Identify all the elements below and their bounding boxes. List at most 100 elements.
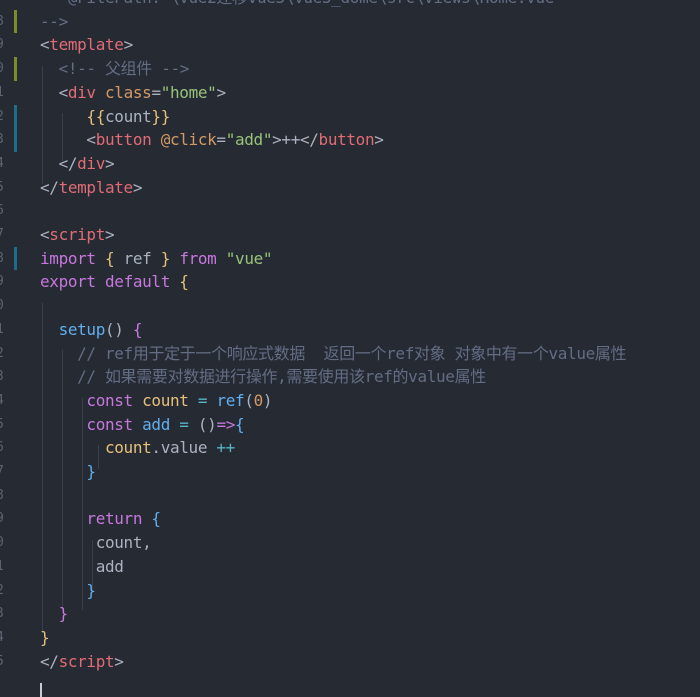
code-token: add bbox=[40, 556, 124, 576]
code-line[interactable]: 7 } bbox=[0, 460, 700, 484]
code-text: </template> bbox=[40, 176, 143, 200]
code-line[interactable]: 6 count.value ++ bbox=[0, 436, 700, 460]
code-line[interactable]: 7 <script> bbox=[0, 223, 700, 247]
code-line[interactable]: 5 const add = ()=>{ bbox=[0, 413, 700, 437]
line-number: 0 bbox=[0, 294, 14, 318]
code-line[interactable]: 1 setup() { bbox=[0, 318, 700, 342]
code-token: ++ bbox=[216, 438, 235, 458]
code-line[interactable]: 8 bbox=[0, 484, 700, 508]
code-line[interactable]: 1 add bbox=[0, 555, 700, 579]
line-number: 6 bbox=[0, 199, 14, 223]
code-line[interactable]: 0 count, bbox=[0, 531, 700, 555]
code-line[interactable]: 8 import { ref } from "vue" bbox=[0, 246, 700, 271]
code-token: > bbox=[105, 153, 115, 173]
line-number: 8 bbox=[0, 484, 14, 508]
code-text: } bbox=[40, 626, 50, 650]
code-line[interactable]: 5 </script> bbox=[0, 650, 700, 674]
code-token: script bbox=[58, 651, 115, 671]
code-token: --> bbox=[40, 11, 68, 31]
line-number: 6 bbox=[0, 436, 14, 460]
code-text: </script> bbox=[40, 650, 124, 674]
code-token: template bbox=[49, 35, 124, 55]
code-token: > bbox=[216, 82, 226, 102]
code-token: export bbox=[40, 272, 96, 292]
code-text: </div> bbox=[40, 152, 115, 176]
code-token: // 如果需要对数据进行操作,需要使用该ref的value属性 bbox=[40, 367, 486, 387]
code-token: "home" bbox=[160, 82, 217, 102]
code-token: = bbox=[151, 82, 161, 102]
code-token: @click bbox=[160, 130, 217, 150]
code-line[interactable]: 4} bbox=[0, 626, 700, 650]
code-token: { bbox=[179, 272, 189, 292]
code-token: } bbox=[86, 462, 96, 481]
code-text: <button @click="add">++</button> bbox=[40, 128, 384, 152]
code-line[interactable]: 1 <div class="home"> bbox=[0, 81, 700, 105]
line-number: 1 bbox=[0, 318, 14, 342]
code-line[interactable]: 4 const count = ref(0) bbox=[0, 389, 700, 413]
code-line[interactable]: 4 </div> bbox=[0, 152, 700, 176]
code-token: () bbox=[105, 319, 133, 339]
line-number: 2 bbox=[0, 342, 14, 366]
code-text: count, bbox=[40, 531, 152, 555]
code-token: script bbox=[49, 225, 105, 244]
code-line[interactable]: 8 --> bbox=[0, 9, 700, 34]
code-token: .value bbox=[151, 438, 217, 458]
code-line[interactable]: 0 bbox=[0, 294, 700, 318]
code-token: = bbox=[216, 130, 226, 150]
code-line[interactable]: 3 <button @click="add">++</button> bbox=[0, 128, 700, 152]
code-text: } bbox=[40, 579, 96, 603]
code-token: < bbox=[40, 225, 50, 244]
code-line[interactable]: 2 } bbox=[0, 579, 700, 603]
code-token: ref bbox=[114, 248, 161, 268]
code-text: <div class="home"> bbox=[40, 81, 227, 105]
git-change-marker bbox=[14, 9, 17, 34]
line-number: 8 bbox=[0, 247, 14, 271]
code-token: => bbox=[216, 414, 236, 434]
code-line[interactable]: 7 @FilePath: \vue2迁移vue3\vue3_dome\src\v… bbox=[0, 0, 700, 10]
code-token: ) bbox=[262, 390, 273, 410]
code-line[interactable]: 9 <template> bbox=[0, 33, 700, 57]
code-text: <script> bbox=[40, 223, 115, 247]
line-number: 7 bbox=[0, 0, 14, 10]
code-line[interactable]: 6 bbox=[0, 199, 700, 223]
line-number: 0 bbox=[0, 531, 14, 555]
code-token: = bbox=[179, 414, 189, 434]
code-line[interactable]: 5 </template> bbox=[0, 176, 700, 200]
code-token: count bbox=[105, 106, 152, 126]
code-line[interactable]: 3 } bbox=[0, 602, 700, 626]
code-editor[interactable]: 7 @FilePath: \vue2迁移vue3\vue3_dome\src\v… bbox=[0, 0, 700, 697]
git-change-marker bbox=[14, 104, 17, 129]
code-token: > bbox=[114, 651, 124, 671]
code-token: button bbox=[95, 130, 152, 150]
code-token: count, bbox=[40, 533, 152, 553]
code-token: from bbox=[179, 248, 217, 268]
code-line[interactable]: 9 export default { bbox=[0, 270, 700, 294]
code-text: add bbox=[40, 555, 124, 579]
line-number: 9 bbox=[0, 33, 14, 57]
code-line[interactable]: 2 {{count}} bbox=[0, 104, 700, 129]
code-line[interactable]: 0 <!-- 父组件 --> bbox=[0, 57, 700, 81]
code-token: < bbox=[40, 130, 96, 150]
code-line[interactable]: 2 // ref用于定于一个响应式数据 返回一个ref对象 对象中有一个valu… bbox=[0, 342, 700, 366]
code-line[interactable]: 9 return { bbox=[0, 507, 700, 531]
line-number: 5 bbox=[0, 176, 14, 200]
code-text: } bbox=[40, 602, 69, 626]
line-number: 1 bbox=[0, 81, 14, 105]
code-line[interactable]: 3 // 如果需要对数据进行操作,需要使用该ref的value属性 bbox=[0, 365, 700, 389]
code-text: const add = ()=>{ bbox=[40, 413, 244, 437]
code-token: > bbox=[374, 130, 384, 150]
code-token: add bbox=[142, 414, 170, 434]
